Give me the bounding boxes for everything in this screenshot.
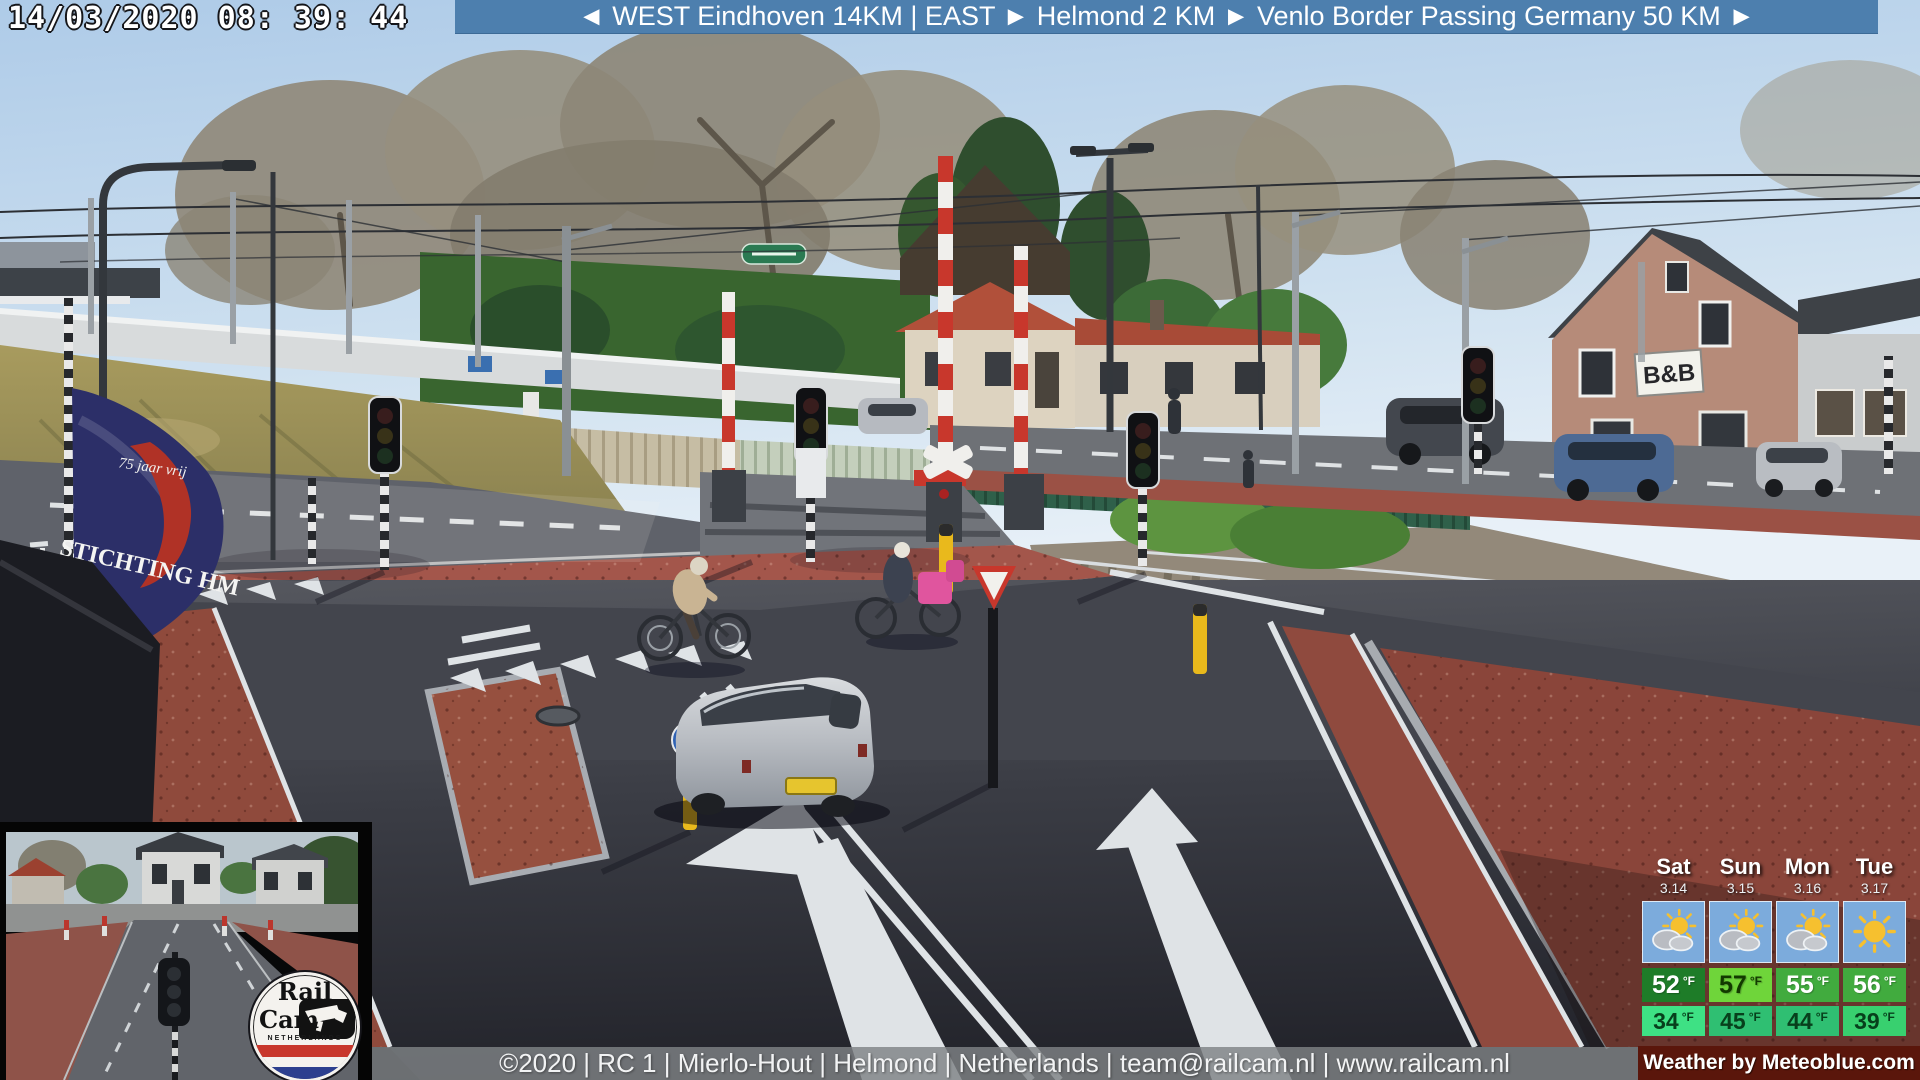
railcam-logo: Rail Cam NETHERLANDS xyxy=(250,972,360,1080)
weather-date: 3.15 xyxy=(1709,880,1772,898)
weather-credit: Weather by Meteoblue.com xyxy=(1638,1046,1920,1080)
tree-shadow xyxy=(210,549,430,581)
weather-date: 3.16 xyxy=(1776,880,1839,898)
bollard-right xyxy=(1193,604,1207,674)
flag-stripe-red xyxy=(253,1045,357,1057)
parked-car-blue xyxy=(1554,434,1674,501)
weather-date: 3.17 xyxy=(1843,880,1906,898)
weather-col-tue: Tue 3.17 56°F 39°F xyxy=(1843,854,1906,1036)
weather-date: 3.14 xyxy=(1642,880,1705,898)
flag-stripe-blue xyxy=(253,1067,357,1079)
low-temp: 39°F xyxy=(1843,1006,1906,1036)
bnb-sign: B&B xyxy=(1642,359,1696,390)
weather-day: Tue xyxy=(1843,854,1906,880)
high-temp: 57°F xyxy=(1709,968,1772,1002)
high-temp: 52°F xyxy=(1642,968,1705,1002)
logo-country: NETHERLANDS xyxy=(253,1035,357,1042)
weather-widget: Sat 3.14 52°F 34°F Sun 3.15 57°F 45°F Mo… xyxy=(1642,854,1908,1036)
low-temp: 45°F xyxy=(1709,1006,1772,1036)
caption-bar: ©2020 | RC 1 | Mierlo-Hout | Helmond | N… xyxy=(371,1047,1638,1080)
weather-day: Sun xyxy=(1709,854,1772,880)
high-temp: 55°F xyxy=(1776,968,1839,1002)
weather-col-sat: Sat 3.14 52°F 34°F xyxy=(1642,854,1705,1036)
weather-col-mon: Mon 3.16 55°F 44°F xyxy=(1776,854,1839,1036)
webcam-frame: B&B xyxy=(0,0,1920,1080)
logo-text-cam: Cam xyxy=(259,1005,319,1034)
parked-car-pale xyxy=(1756,442,1842,497)
weather-col-sun: Sun 3.15 57°F 45°F xyxy=(1709,854,1772,1036)
weather-day: Mon xyxy=(1776,854,1839,880)
timestamp: 14/03/2020 08: 39: 44 xyxy=(8,1,408,36)
sun-icon xyxy=(1854,912,1893,951)
weather-day: Sat xyxy=(1642,854,1705,880)
logo-text-rail: Rail xyxy=(253,979,357,1005)
low-temp: 34°F xyxy=(1642,1006,1705,1036)
low-temp: 44°F xyxy=(1776,1006,1839,1036)
flag-stripe-white xyxy=(253,1057,357,1067)
high-temp: 56°F xyxy=(1843,968,1906,1002)
direction-banner: ◄ WEST Eindhoven 14KM | EAST ► Helmond 2… xyxy=(455,0,1878,34)
